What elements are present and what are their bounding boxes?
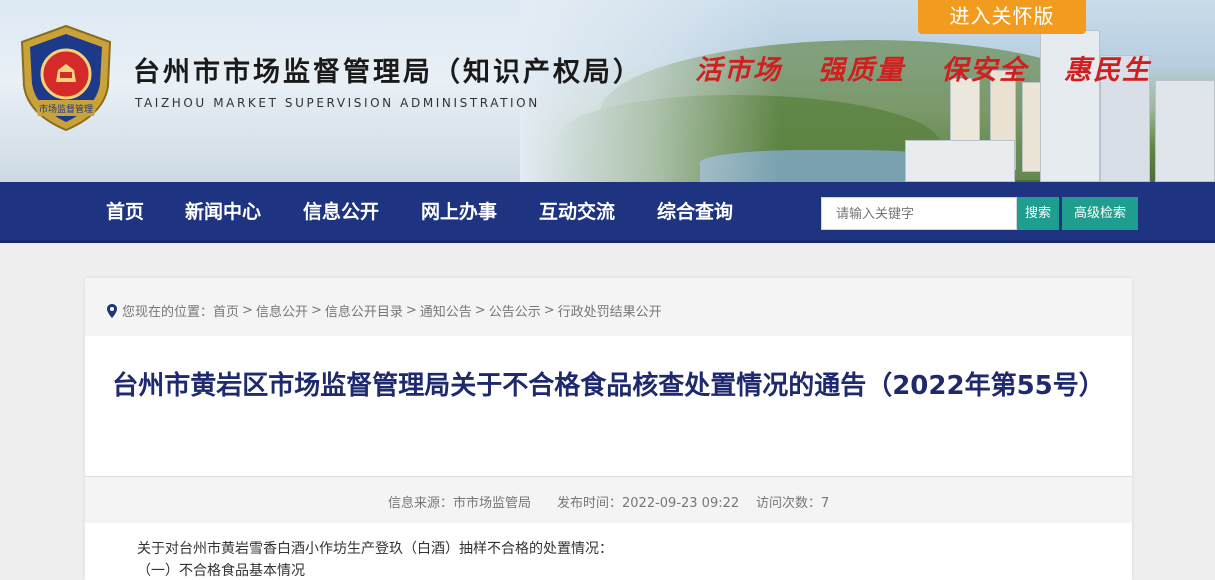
care-mode-button[interactable]: 进入关怀版 bbox=[918, 0, 1086, 34]
nav-item-online-service[interactable]: 网上办事 bbox=[421, 182, 497, 243]
breadcrumb-link[interactable]: 首页 bbox=[213, 301, 239, 320]
search-button[interactable]: 搜索 bbox=[1017, 197, 1059, 230]
nav-item-home[interactable]: 首页 bbox=[106, 182, 144, 243]
breadcrumb-link[interactable]: 通知公告 bbox=[420, 301, 472, 320]
article-paragraph: 关于对台州市黄岩雪香白酒小作坊生产登玖（白酒）抽样不合格的处置情况： bbox=[137, 541, 613, 557]
site-name: 台州市市场监督管理局（知识产权局） bbox=[133, 57, 643, 88]
nav-item-info-disclosure[interactable]: 信息公开 bbox=[303, 182, 379, 243]
article-title: 台州市黄岩区市场监督管理局关于不合格食品核查处置情况的通告（2022年第55号） bbox=[112, 371, 1105, 401]
breadcrumb-link[interactable]: 公告公示 bbox=[489, 301, 541, 320]
article-publish-time: 发布时间：2022-09-23 09:22 bbox=[557, 496, 740, 511]
slogan-item: 保安全 bbox=[941, 55, 1028, 86]
svg-text:市场监督管理: 市场监督管理 bbox=[39, 103, 93, 115]
site-name-english: TAIZHOU MARKET SUPERVISION ADMINISTRATIO… bbox=[135, 96, 540, 110]
banner-building bbox=[905, 140, 1015, 182]
breadcrumb-prefix: 您现在的位置： bbox=[122, 305, 214, 320]
slogan-item: 强质量 bbox=[818, 55, 905, 86]
article-view-count: 访问次数：7 bbox=[756, 496, 830, 511]
advanced-search-button[interactable]: 高级检索 bbox=[1062, 197, 1138, 230]
market-supervision-emblem-icon: 市场监督管理 bbox=[20, 24, 112, 132]
article-source: 信息来源：市市场监管局 bbox=[388, 496, 532, 511]
nav-item-news[interactable]: 新闻中心 bbox=[185, 182, 261, 243]
breadcrumb-link[interactable]: 行政处罚结果公开 bbox=[558, 301, 662, 320]
search-input[interactable] bbox=[821, 197, 1017, 230]
location-pin-icon bbox=[107, 303, 117, 318]
breadcrumb-link[interactable]: 信息公开目录 bbox=[325, 301, 403, 320]
breadcrumb: 您现在的位置： 首页 > 信息公开 > 信息公开目录 > 通知公告 > 公告公示 > 行政… bbox=[107, 301, 662, 320]
header-banner: 市场监督管理 台州市市场监督管理局（知识产权局） TAIZHOU MARKET … bbox=[0, 0, 1215, 182]
nav-item-query[interactable]: 综合查询 bbox=[657, 182, 733, 243]
article-meta-bar: 信息来源：市市场监管局 发布时间：2022-09-23 09:22 访问次数：7 bbox=[85, 477, 1132, 523]
slogan: 活市场 强质量 保安全 惠民生 bbox=[695, 48, 1151, 87]
banner-fade bbox=[520, 0, 780, 182]
breadcrumb-link[interactable]: 信息公开 bbox=[256, 301, 308, 320]
article-card: 您现在的位置： 首页 > 信息公开 > 信息公开目录 > 通知公告 > 公告公示 > 行政… bbox=[85, 278, 1132, 580]
slogan-item: 惠民生 bbox=[1064, 55, 1151, 86]
slogan-item: 活市场 bbox=[695, 55, 782, 86]
article-paragraph: （一）不合格食品基本情况 bbox=[137, 563, 305, 579]
breadcrumb-bar: 您现在的位置： 首页 > 信息公开 > 信息公开目录 > 通知公告 > 公告公示 > 行政… bbox=[85, 278, 1132, 336]
nav-item-interaction[interactable]: 互动交流 bbox=[539, 182, 615, 243]
banner-building bbox=[1155, 80, 1215, 182]
